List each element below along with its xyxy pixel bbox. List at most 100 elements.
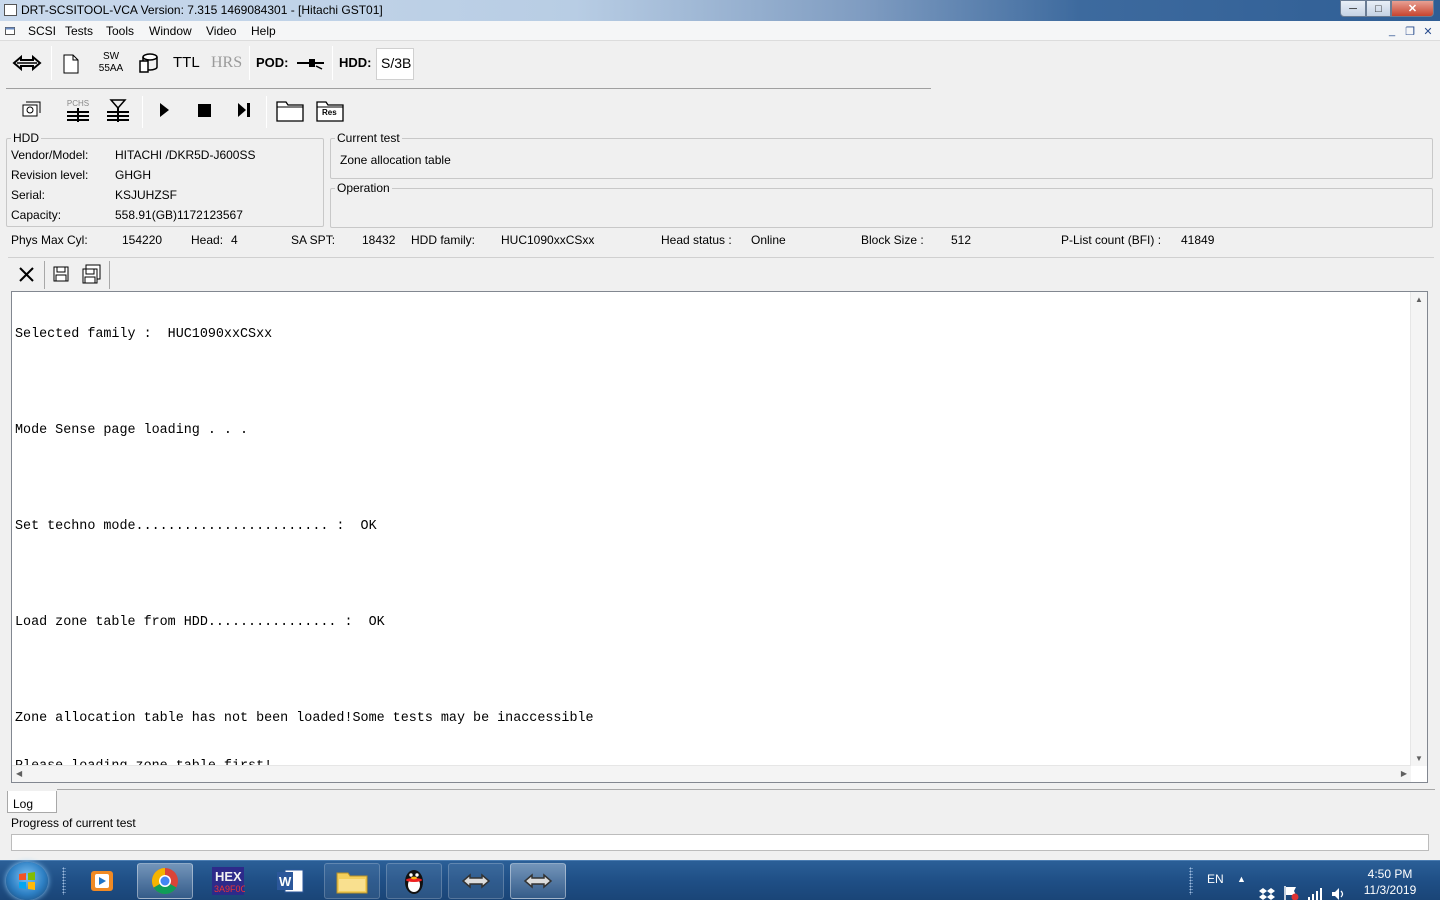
media-player-icon: [91, 871, 113, 891]
head-status-value: Online: [751, 233, 786, 247]
toolbar-separator: [44, 261, 45, 289]
scroll-left-icon[interactable]: ◀: [16, 769, 22, 778]
log-line: ​: [15, 375, 594, 391]
menu-tests[interactable]: Tests: [65, 24, 93, 38]
progress-bar: [11, 834, 1429, 851]
chrome-icon: [151, 867, 178, 895]
stop-button[interactable]: [192, 98, 216, 122]
taskbar-media-player[interactable]: [74, 863, 130, 899]
taskbar-qq[interactable]: [386, 863, 442, 899]
serial-value: KSJUHZSF: [115, 188, 178, 202]
capacity-value: 558.91(GB)1172123567: [115, 208, 243, 222]
connect-icon[interactable]: [11, 52, 43, 74]
close-button[interactable]: ✕: [1391, 0, 1434, 17]
main-toolbar: SW 55AA TTL HRS POD: HDD: S/3B: [0, 42, 1440, 85]
taskbar-word[interactable]: W: [262, 863, 318, 899]
hdd-label: HDD:: [339, 55, 372, 70]
menu-help[interactable]: Help: [251, 24, 276, 38]
plist-count-value: 41849: [1181, 233, 1215, 247]
start-button[interactable]: [6, 862, 48, 900]
hdd-status-field[interactable]: S/3B: [376, 48, 414, 80]
mdi-minimize-button[interactable]: _: [1384, 24, 1400, 38]
toolbar-separator: [249, 46, 250, 80]
hdd-family-label: HDD family:: [411, 233, 476, 247]
operation-group: Operation: [330, 181, 1433, 228]
mdi-restore-button[interactable]: ❐: [1402, 24, 1418, 38]
scsitool-icon: [461, 873, 491, 889]
save-as-log-icon[interactable]: [82, 264, 104, 284]
menu-window[interactable]: Window: [149, 24, 192, 38]
action-center-flag-icon[interactable]: [1283, 873, 1299, 900]
language-indicator[interactable]: EN: [1207, 872, 1224, 900]
play-icon: [160, 103, 169, 117]
log-line: Zone allocation table has not been loade…: [15, 711, 594, 726]
maximize-button[interactable]: □: [1366, 0, 1391, 17]
mdi-close-button[interactable]: ✕: [1420, 24, 1436, 38]
horizontal-scrollbar[interactable]: ◀ ▶: [12, 765, 1411, 782]
lba-button[interactable]: [104, 96, 132, 124]
volume-icon[interactable]: [1331, 874, 1347, 900]
database-icon[interactable]: [138, 52, 160, 74]
sa-spt-value: 18432: [362, 233, 396, 247]
system-clock[interactable]: 4:50 PM 11/3/2019: [1350, 866, 1430, 898]
folder-icon: [276, 101, 304, 122]
drive-status-line: Phys Max Cyl: 154220 Head: 4 SA SPT: 184…: [0, 232, 1440, 250]
clock-date: 11/3/2019: [1363, 883, 1417, 897]
new-document-icon[interactable]: [63, 54, 79, 74]
dropbox-icon[interactable]: [1259, 874, 1275, 900]
operation-legend: Operation: [337, 181, 390, 195]
svg-text:W: W: [279, 874, 292, 889]
results-button[interactable]: Res: [315, 96, 345, 124]
taskbar-scsitool-1[interactable]: [448, 863, 504, 899]
menu-tools[interactable]: Tools: [106, 24, 134, 38]
scroll-up-icon[interactable]: ▲: [1415, 295, 1423, 304]
toolbar-divider: [6, 88, 931, 89]
taskbar-chrome[interactable]: [137, 863, 193, 899]
vertical-scrollbar[interactable]: ▲ ▼: [1410, 292, 1427, 766]
show-hidden-icons-icon[interactable]: ▲: [1237, 874, 1246, 900]
toolbar-separator: [51, 46, 52, 80]
taskbar-file-explorer[interactable]: [324, 863, 380, 899]
log-output[interactable]: Selected family : HUC1090xxCSxx ​ Mode S…: [11, 291, 1428, 783]
save-log-icon[interactable]: [53, 266, 69, 282]
window-controls: ─ □ ✕: [1340, 0, 1434, 18]
minimize-button[interactable]: ─: [1340, 0, 1366, 17]
skip-button[interactable]: [232, 98, 256, 122]
stop-icon: [197, 103, 211, 117]
taskbar-hex-editor[interactable]: HEX 3A9F0C: [200, 863, 256, 899]
tab-log[interactable]: Log: [7, 791, 57, 813]
mdi-document-icon[interactable]: [5, 26, 17, 36]
open-test-button[interactable]: [19, 96, 45, 122]
sa-spt-label: SA SPT:: [291, 233, 336, 247]
plist-count-label: P-List count (BFI) :: [1061, 233, 1162, 247]
mdi-controls: _ ❐ ✕: [1384, 24, 1436, 38]
ttl-button[interactable]: TTL: [173, 54, 200, 71]
app-icon[interactable]: [4, 4, 17, 16]
toolbar-separator: [109, 261, 110, 289]
current-test-legend: Current test: [337, 131, 400, 145]
hex-editor-icon: HEX 3A9F0C: [212, 867, 245, 895]
network-signal-icon[interactable]: [1307, 874, 1323, 900]
pod-connector-icon[interactable]: [296, 56, 326, 70]
clear-log-icon[interactable]: [18, 266, 35, 283]
log-toolbar: [8, 257, 1434, 289]
folder-icon: [336, 872, 368, 894]
sw-55aa-button[interactable]: SW 55AA: [96, 51, 126, 75]
hrs-button[interactable]: HRS: [211, 54, 242, 72]
start-button[interactable]: [152, 98, 176, 122]
menu-scsi[interactable]: SCSI: [28, 24, 56, 38]
scroll-right-icon[interactable]: ▶: [1401, 769, 1407, 778]
menu-video[interactable]: Video: [206, 24, 236, 38]
tray-gripper: [1189, 867, 1193, 895]
menu-bar: SCSI Tests Tools Window Video Help _ ❐ ✕: [0, 21, 1440, 41]
open-folder-button[interactable]: [275, 96, 305, 124]
title-bar: DRT-SCSITOOL-VCA Version: 7.315 14690843…: [0, 0, 1440, 21]
svg-text:HEX: HEX: [215, 869, 242, 884]
pod-label: POD:: [256, 55, 289, 70]
scroll-down-icon[interactable]: ▼: [1415, 754, 1423, 763]
scsitool-icon: [523, 873, 553, 889]
pchs-button[interactable]: PCHS: [64, 96, 92, 124]
progress-label: Progress of current test: [11, 816, 136, 830]
pchs-label: PCHS: [66, 98, 90, 108]
taskbar-scsitool-2[interactable]: [510, 863, 566, 899]
